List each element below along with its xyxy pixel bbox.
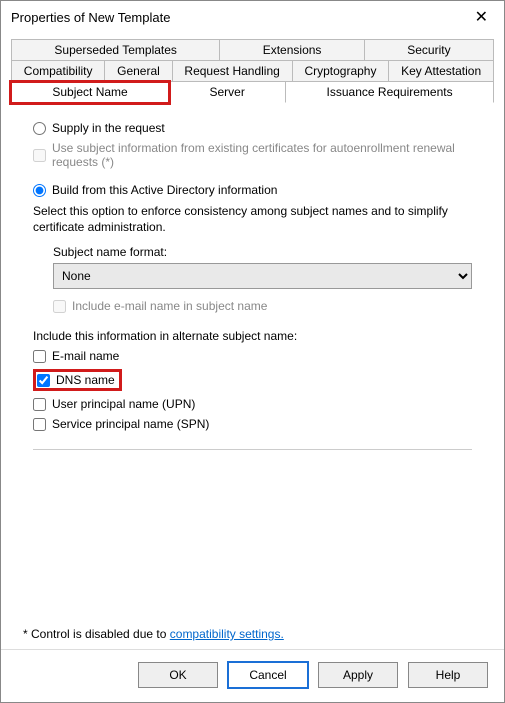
chk-alt-spn[interactable]: Service principal name (SPN) — [33, 417, 472, 431]
chk-use-existing-label: Use subject information from existing ce… — [52, 141, 472, 169]
chk-include-email-subject-input — [53, 300, 66, 313]
close-icon[interactable]: ✕ — [469, 7, 494, 27]
footer-note: * Control is disabled due to compatibili… — [1, 619, 504, 649]
cancel-button[interactable]: Cancel — [228, 662, 308, 688]
window-title: Properties of New Template — [11, 10, 170, 25]
chk-alt-email[interactable]: E-mail name — [33, 349, 472, 363]
radio-build-input[interactable] — [33, 184, 46, 197]
chk-alt-dns-input[interactable] — [37, 374, 50, 387]
radio-supply[interactable]: Supply in the request — [33, 121, 472, 135]
tab-content: Supply in the request Use subject inform… — [11, 102, 494, 619]
tab-request-handling[interactable]: Request Handling — [173, 61, 293, 82]
tab-subject-name[interactable]: Subject Name — [11, 82, 169, 103]
chk-use-existing: Use subject information from existing ce… — [33, 141, 472, 169]
chk-alt-dns[interactable]: DNS name — [33, 369, 122, 391]
tab-security[interactable]: Security — [365, 39, 494, 61]
build-section: Build from this Active Directory informa… — [33, 183, 472, 431]
tabs: Superseded Templates Extensions Security… — [1, 33, 504, 103]
supply-section: Supply in the request Use subject inform… — [33, 121, 472, 169]
radio-supply-input[interactable] — [33, 122, 46, 135]
build-description: Select this option to enforce consistenc… — [33, 203, 472, 235]
chk-use-existing-input — [33, 149, 46, 162]
tab-issuance-requirements[interactable]: Issuance Requirements — [286, 82, 494, 103]
tab-server[interactable]: Server — [169, 82, 286, 103]
tab-extensions[interactable]: Extensions — [220, 39, 365, 61]
chk-alt-upn[interactable]: User principal name (UPN) — [33, 397, 472, 411]
format-label: Subject name format: — [53, 245, 472, 259]
alt-name-label: Include this information in alternate su… — [33, 329, 472, 343]
chk-alt-spn-input[interactable] — [33, 418, 46, 431]
tab-key-attestation[interactable]: Key Attestation — [389, 61, 494, 82]
button-bar: OK Cancel Apply Help — [1, 649, 504, 702]
subject-name-format-select[interactable]: None — [53, 263, 472, 289]
radio-build[interactable]: Build from this Active Directory informa… — [33, 183, 472, 197]
chk-alt-spn-label: Service principal name (SPN) — [52, 417, 209, 431]
tab-superseded-templates[interactable]: Superseded Templates — [11, 39, 220, 61]
dialog-window: Properties of New Template ✕ Superseded … — [0, 0, 505, 703]
chk-include-email-subject: Include e-mail name in subject name — [53, 299, 472, 313]
compatibility-settings-link[interactable]: compatibility settings. — [170, 627, 284, 641]
radio-build-label: Build from this Active Directory informa… — [52, 183, 277, 197]
tab-general[interactable]: General — [105, 61, 172, 82]
apply-button[interactable]: Apply — [318, 662, 398, 688]
tab-cryptography[interactable]: Cryptography — [293, 61, 390, 82]
divider — [33, 449, 472, 450]
chk-alt-email-input[interactable] — [33, 350, 46, 363]
chk-alt-dns-label: DNS name — [56, 373, 115, 387]
radio-supply-label: Supply in the request — [52, 121, 165, 135]
chk-alt-email-label: E-mail name — [52, 349, 119, 363]
titlebar: Properties of New Template ✕ — [1, 1, 504, 33]
help-button[interactable]: Help — [408, 662, 488, 688]
footer-note-prefix: * Control is disabled due to — [23, 627, 170, 641]
ok-button[interactable]: OK — [138, 662, 218, 688]
tab-compatibility[interactable]: Compatibility — [11, 61, 105, 82]
chk-alt-upn-input[interactable] — [33, 398, 46, 411]
chk-include-email-subject-label: Include e-mail name in subject name — [72, 299, 267, 313]
chk-alt-upn-label: User principal name (UPN) — [52, 397, 195, 411]
